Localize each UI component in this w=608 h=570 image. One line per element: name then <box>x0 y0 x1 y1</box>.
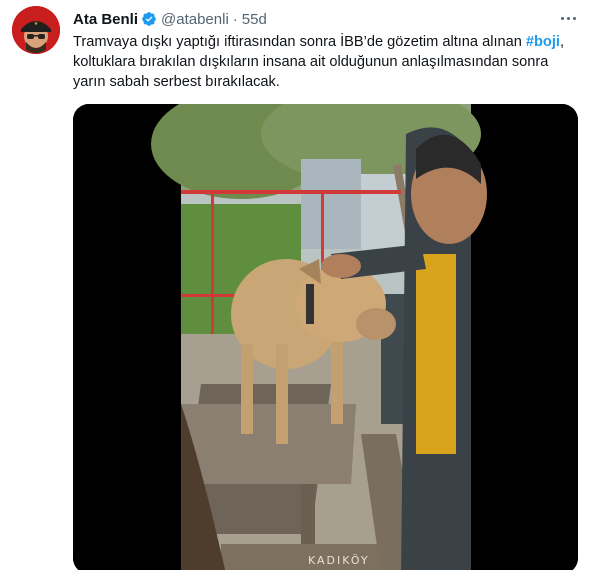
tweet-header: Ata Benli @atabenli · 55d <box>73 9 267 29</box>
tweet-text-line-2: koltuklara bırakılan dışkıların insana a… <box>73 54 549 70</box>
author-handle[interactable]: @atabenli <box>161 11 229 28</box>
bench-label: KADIKÖY <box>308 554 370 567</box>
timestamp[interactable]: 55d <box>242 11 267 28</box>
avatar-image: ★ <box>12 6 60 54</box>
author-name[interactable]: Ata Benli <box>73 11 138 28</box>
tweet[interactable]: ★ Ata Benli @atabenli · 55d Tramvaya dış… <box>0 0 608 570</box>
tweet-text-line-3: yarın sabah serbest bırakılacak. <box>73 74 280 90</box>
tweet-text: Tramvaya dışkı yaptığı iftirasından sonr… <box>73 32 573 92</box>
tweet-text-segment: Tramvaya dışkı yaptığı iftirasından sonr… <box>73 34 526 50</box>
tweet-text-segment: , <box>559 34 565 50</box>
more-dot <box>572 16 576 20</box>
video-frame: KADIKÖY <box>73 104 578 570</box>
avatar[interactable]: ★ <box>12 6 60 54</box>
hashtag-link[interactable]: #boji <box>526 34 560 50</box>
verified-badge-icon <box>142 12 156 26</box>
more-dot <box>566 16 570 20</box>
more-dot <box>560 16 564 20</box>
svg-text:★: ★ <box>34 21 39 27</box>
separator-dot: · <box>232 10 238 28</box>
tweet-video[interactable]: KADIKÖY <box>73 104 578 570</box>
tweet-text-line-1: Tramvaya dışkı yaptığı iftirasından sonr… <box>73 32 573 52</box>
more-options-icon[interactable] <box>556 8 580 28</box>
